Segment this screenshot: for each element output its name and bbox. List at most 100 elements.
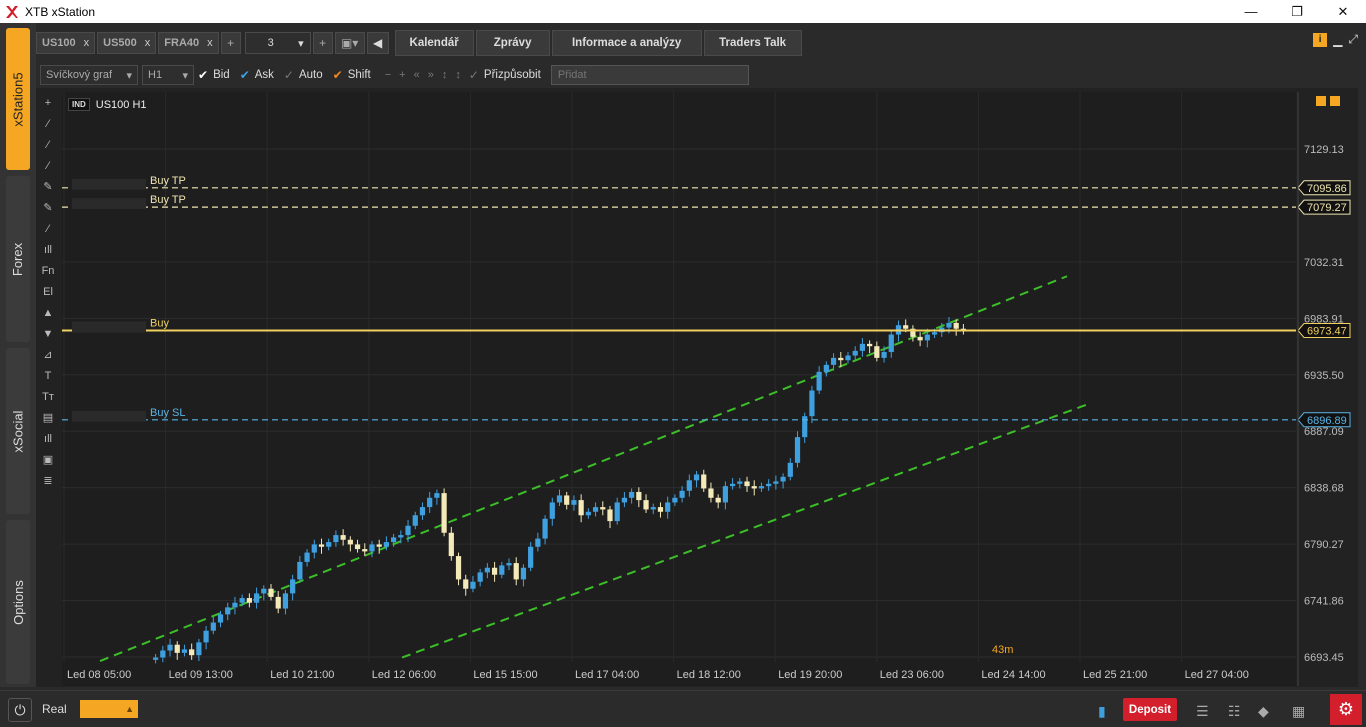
power-icon: ⏻ — [14, 701, 26, 718]
pen-tool-icon[interactable]: ✎ — [36, 197, 60, 218]
scroll-left-icon[interactable]: « — [414, 69, 420, 81]
time-tick-label: Led 17 04:00 — [575, 669, 639, 681]
ellipse-tool-icon[interactable]: El — [36, 281, 60, 302]
pitchfork-tool-icon[interactable]: ıll — [36, 239, 60, 260]
account-selector[interactable]: Real ▲ — [36, 698, 138, 720]
close-tab-icon[interactable]: x — [207, 37, 213, 49]
expand-panel-icon[interactable]: ⤢ — [1348, 32, 1358, 47]
add-tab-button[interactable]: + — [220, 32, 241, 54]
chart-type-select[interactable]: Svíčkový graf ▾ — [40, 65, 138, 85]
tab-traders-talk[interactable]: Traders Talk — [703, 30, 802, 56]
symbol-tab-fra40[interactable]: FRA40 x — [158, 32, 219, 54]
symbol-tab-us500[interactable]: US500 x — [97, 32, 157, 54]
candle-body — [506, 563, 512, 566]
text-tool-icon[interactable]: T — [36, 365, 60, 386]
add-indicator-input[interactable] — [550, 65, 749, 85]
symbol-tab-us100[interactable]: US100 x — [36, 32, 96, 54]
price-chart[interactable]: Buy TP 7095.86 Buy TP 7079.27 Buy 6973.47 Buy … — [62, 92, 1358, 686]
scale-down-icon[interactable]: ↕ — [455, 69, 461, 81]
rail-tab-xsocial[interactable]: xSocial — [6, 348, 30, 514]
auto-checkbox[interactable]: ✓ Auto — [284, 68, 323, 82]
power-button[interactable]: ⏻ — [8, 698, 32, 722]
chat-icon[interactable]: ◆ — [1258, 703, 1269, 720]
fit-checkbox[interactable]: ✓ Přizpůsobit — [469, 68, 541, 82]
rail-tab-xstation5[interactable]: xStation5 — [6, 28, 30, 170]
price-tick-label: 7032.31 — [1304, 257, 1344, 269]
fibonacci-tool-icon[interactable]: Fn — [36, 260, 60, 281]
candle-body — [737, 481, 743, 484]
settings-button[interactable]: ⚙ — [1330, 694, 1362, 725]
triangle-tool-icon[interactable]: ⊿ — [36, 344, 60, 365]
line-tool-icon[interactable]: ⁄ — [36, 113, 60, 134]
expand-chart-icon[interactable] — [1330, 96, 1340, 106]
bid-checkbox[interactable]: ✔ Bid — [198, 68, 230, 82]
candle-body — [297, 561, 303, 580]
timeframe-select[interactable]: H1 ▾ — [142, 65, 194, 85]
price-tick-label: 6887.09 — [1304, 426, 1344, 438]
scroll-right-icon[interactable]: » — [428, 69, 434, 81]
candle-body — [376, 544, 382, 547]
account-dropdown[interactable]: ▲ — [80, 700, 138, 718]
time-tick-label: Led 09 13:00 — [169, 669, 233, 681]
minimize-panel-icon[interactable]: ▁ — [1333, 33, 1342, 47]
auto-label: Auto — [298, 69, 323, 81]
info-icon[interactable]: i — [1313, 32, 1328, 47]
maximize-button[interactable]: ❐ — [1274, 0, 1320, 23]
top-bar: US100 x US500 x FRA40 x + 3 ▾ + ▣▾ ◀ Kal… — [36, 30, 1358, 56]
pencil-tool-icon[interactable]: ✎ — [36, 176, 60, 197]
close-button[interactable]: ✕ — [1320, 0, 1366, 23]
channel-upper-line — [99, 275, 1068, 662]
close-tab-icon[interactable]: x — [145, 37, 151, 49]
trendline-tool-icon[interactable]: ⁄ — [36, 155, 60, 176]
edit-chart-icon[interactable] — [1316, 96, 1326, 106]
candle-body — [816, 371, 822, 391]
close-tab-icon[interactable]: x — [84, 37, 90, 49]
ray-tool-icon[interactable]: ⁄ — [36, 134, 60, 155]
brush-tool-icon[interactable]: ⁄ — [36, 218, 60, 239]
calendar-icon[interactable]: ▦ — [1292, 703, 1305, 720]
grid-icon: ▣▾ — [340, 36, 359, 50]
tab-calendar[interactable]: Kalendář — [394, 30, 474, 56]
candle-body — [405, 525, 411, 536]
layout-count-select[interactable]: 3 ▾ — [244, 32, 311, 54]
price-tick-label: 6790.27 — [1304, 539, 1344, 551]
indicator-tool-icon[interactable]: ıll — [36, 428, 60, 449]
add-layout-button[interactable]: + — [312, 32, 333, 54]
arrow-up-tool-icon[interactable]: ▲ — [36, 302, 60, 323]
minimize-button[interactable]: — — [1228, 0, 1274, 23]
ask-checkbox[interactable]: ✔ Ask — [240, 68, 274, 82]
candle-body — [830, 357, 837, 365]
price-tick-label: 6983.91 — [1304, 313, 1344, 325]
back-button[interactable]: ◀ — [366, 32, 389, 54]
arrow-down-tool-icon[interactable]: ▼ — [36, 323, 60, 344]
list-icon[interactable]: ≣ — [36, 470, 60, 491]
tab-analysis[interactable]: Informace a analýzy — [551, 30, 702, 56]
layers-tool-icon[interactable]: ▤ — [36, 407, 60, 428]
shift-checkbox[interactable]: ✔ Shift — [333, 68, 371, 82]
candle-body — [340, 535, 346, 540]
crosshair-tool-icon[interactable]: + — [36, 92, 60, 113]
scale-up-icon[interactable]: ↕ — [442, 69, 448, 81]
zoom-in-icon[interactable]: + — [399, 69, 405, 81]
rail-tab-forex[interactable]: Forex — [6, 176, 30, 342]
candle-body — [549, 502, 555, 519]
table-icon[interactable]: ☷ — [1228, 703, 1241, 720]
deposit-button[interactable]: Deposit — [1123, 698, 1177, 721]
zoom-out-icon[interactable]: − — [385, 69, 391, 81]
candle-body — [636, 491, 642, 501]
layout-grid-button[interactable]: ▣▾ — [334, 32, 365, 54]
layout-icon[interactable]: ☰ — [1196, 703, 1209, 720]
camera-icon[interactable]: ▣ — [36, 449, 60, 470]
chart-area[interactable]: Buy TP 7095.86 Buy TP 7079.27 Buy 6973.47 Buy … — [62, 92, 1351, 686]
tab-news[interactable]: Zprávy — [475, 30, 550, 56]
candle-body — [196, 642, 202, 656]
candle-body — [398, 535, 404, 538]
rail-tab-options[interactable]: Options — [6, 520, 30, 684]
text-size-tool-icon[interactable]: Tт — [36, 386, 60, 407]
candle-body — [181, 649, 188, 653]
xtb-logo-icon — [6, 5, 18, 18]
checkmark-icon: ✓ — [468, 68, 479, 82]
drawing-tools: + ⁄ ⁄ ⁄ ✎ ✎ ⁄ ıll Fn El ▲ ▼ ⊿ T Tт ▤ ıll… — [36, 92, 60, 492]
info-icon[interactable]: ▮ — [1098, 703, 1106, 720]
candle-body — [946, 322, 952, 328]
